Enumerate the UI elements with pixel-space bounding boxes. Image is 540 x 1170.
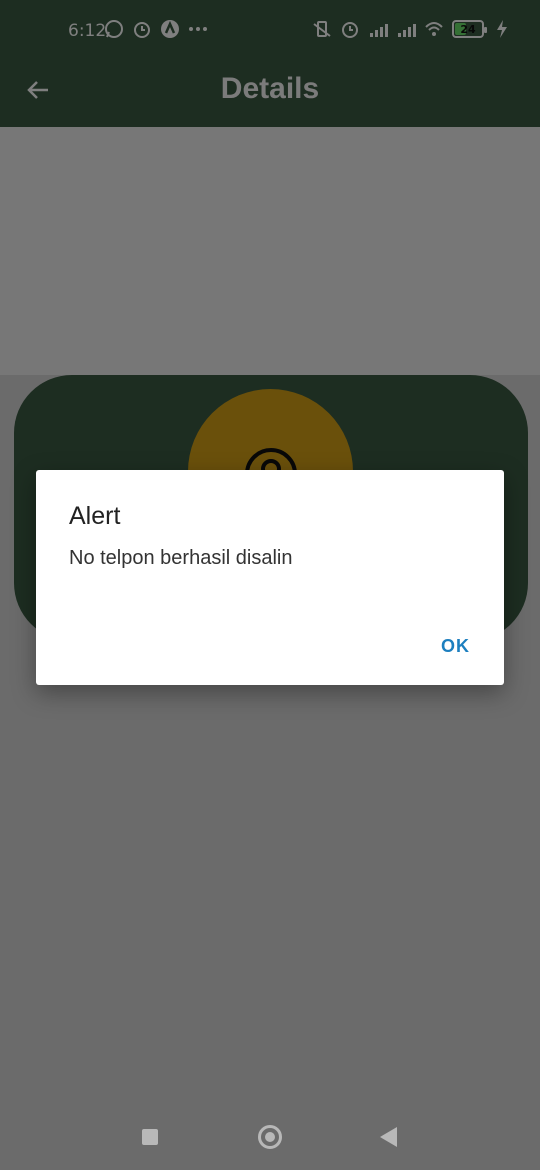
home-icon-dot [265,1132,275,1142]
back-icon[interactable] [380,1127,397,1147]
ok-button[interactable]: OK [441,636,470,657]
dialog-title: Alert [69,502,121,530]
recent-apps-icon[interactable] [142,1129,158,1145]
dialog-message: No telpon berhasil disalin [69,547,293,569]
alert-dialog: Alert No telpon berhasil disalin OK [36,470,504,685]
home-icon[interactable] [258,1125,282,1149]
